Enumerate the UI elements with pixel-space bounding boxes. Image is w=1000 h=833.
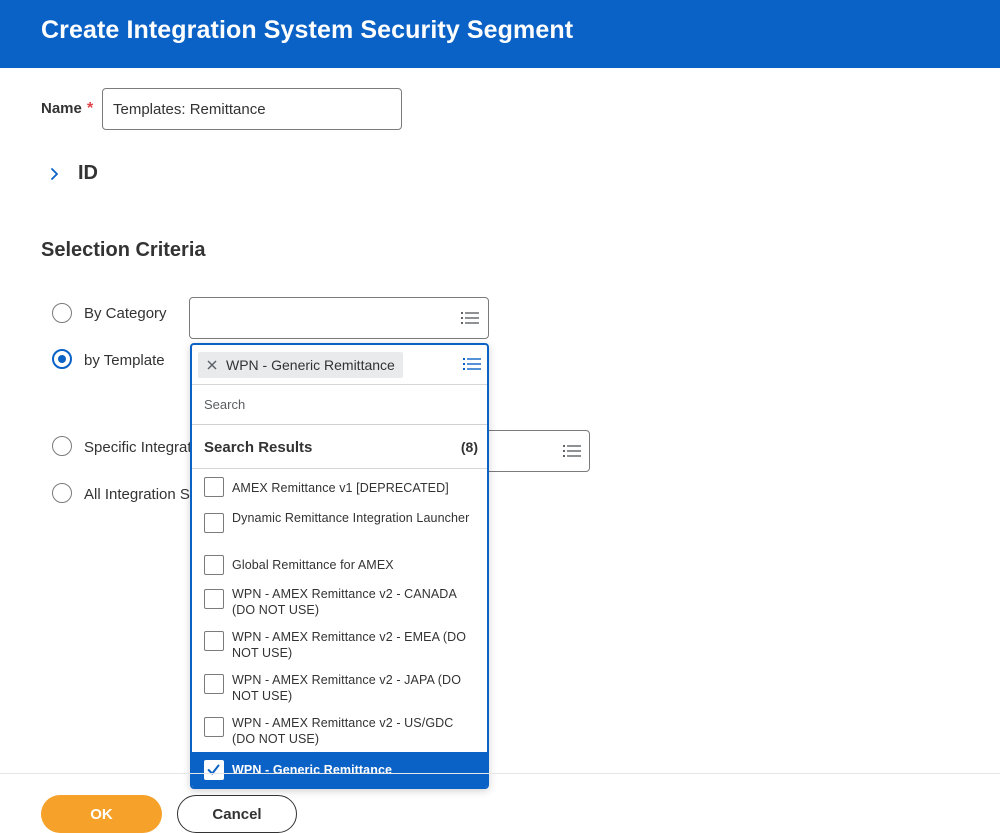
result-item-selected[interactable]: WPN - Generic Remittance <box>192 752 487 787</box>
result-item-label: WPN - Generic Remittance <box>232 763 393 777</box>
search-results-title: Search Results <box>204 439 313 456</box>
radio-label-specific-integration: Specific Integrat <box>84 439 192 456</box>
selected-template-pill: WPN - Generic Remittance <box>198 352 403 378</box>
checkbox[interactable] <box>204 513 224 533</box>
page-header: Create Integration System Security Segme… <box>0 0 1000 68</box>
result-item-label: WPN - AMEX Remittance v2 - US/GDC (DO NO… <box>232 716 454 746</box>
result-item-label: WPN - AMEX Remittance v2 - CANADA (DO NO… <box>232 587 457 617</box>
result-item[interactable]: WPN - AMEX Remittance v2 - JAPA (DO NOT … <box>192 666 487 709</box>
result-item[interactable]: WPN - AMEX Remittance v2 - CANADA (DO NO… <box>192 579 487 623</box>
result-item[interactable]: WPN - AMEX Remittance v2 - US/GDC (DO NO… <box>192 709 487 752</box>
result-item[interactable]: Global Remittance for AMEX <box>192 549 487 579</box>
page-title: Create Integration System Security Segme… <box>41 16 574 44</box>
result-item[interactable]: WPN - AMEX Remittance v2 - EMEA (DO NOT … <box>192 623 487 666</box>
template-search-input[interactable] <box>192 385 487 425</box>
search-results-count: (8) <box>460 439 478 455</box>
name-label: Name <box>41 100 82 117</box>
list-icon[interactable] <box>462 356 482 372</box>
result-item-label: AMEX Remittance v1 [DEPRECATED] <box>232 481 449 495</box>
checkbox-checked[interactable] <box>204 760 224 780</box>
list-icon[interactable] <box>562 443 582 459</box>
result-item-label: Dynamic Remittance Integration Launcher <box>232 511 470 525</box>
radio-by-category[interactable] <box>52 303 72 323</box>
radio-all-integration[interactable] <box>52 483 72 503</box>
list-icon[interactable] <box>460 310 480 326</box>
result-item-label: WPN - AMEX Remittance v2 - EMEA (DO NOT … <box>232 630 467 660</box>
radio-label-all-integration: All Integration S <box>84 486 190 503</box>
result-item[interactable]: AMEX Remittance v1 [DEPRECATED] <box>192 469 487 503</box>
required-indicator: * <box>87 100 94 117</box>
ok-button[interactable]: OK <box>41 795 162 833</box>
radio-label-by-category: By Category <box>84 305 167 322</box>
category-prompt[interactable] <box>189 297 489 339</box>
selection-criteria-title: Selection Criteria <box>41 239 206 261</box>
radio-by-template[interactable] <box>52 349 72 369</box>
checkbox[interactable] <box>204 477 224 497</box>
name-input[interactable] <box>102 88 402 130</box>
checkbox[interactable] <box>204 589 224 609</box>
result-item[interactable]: Dynamic Remittance Integration Launcher <box>192 503 487 549</box>
result-item-label: Global Remittance for AMEX <box>232 558 394 572</box>
id-section-toggle[interactable]: ID <box>78 162 98 185</box>
result-item-label: WPN - AMEX Remittance v2 - JAPA (DO NOT … <box>232 673 462 703</box>
checkbox[interactable] <box>204 674 224 694</box>
selected-template-label: WPN - Generic Remittance <box>226 357 395 373</box>
checkbox[interactable] <box>204 717 224 737</box>
checkbox[interactable] <box>204 555 224 575</box>
remove-icon[interactable] <box>206 359 218 371</box>
chevron-right-icon[interactable] <box>48 164 62 184</box>
checkmark-icon <box>207 764 220 775</box>
radio-specific-integration[interactable] <box>52 436 72 456</box>
checkbox[interactable] <box>204 631 224 651</box>
cancel-button[interactable]: Cancel <box>177 795 297 833</box>
footer-divider <box>0 773 1000 774</box>
template-prompt-dropdown[interactable]: WPN - Generic Remittance Search Results … <box>190 343 489 789</box>
radio-label-by-template: by Template <box>84 352 165 369</box>
